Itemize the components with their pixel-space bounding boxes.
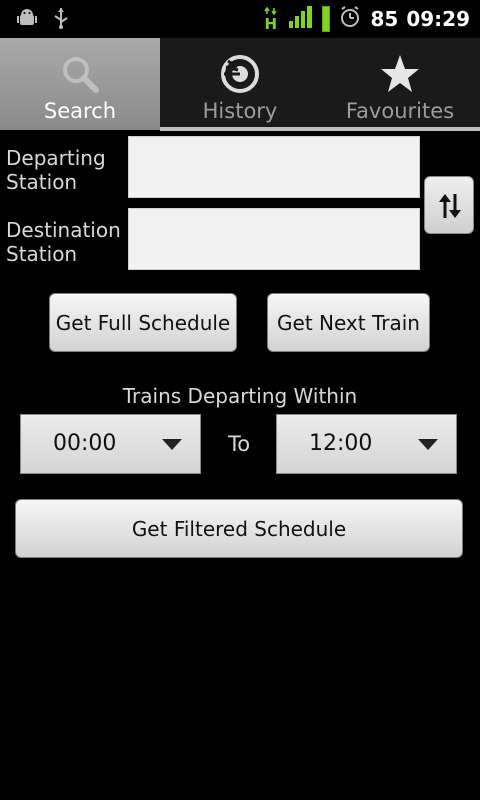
- android-debug-icon: [16, 7, 38, 33]
- to-label: To: [227, 432, 251, 456]
- chevron-down-icon: [162, 439, 182, 450]
- to-time-value: 12:00: [309, 431, 373, 456]
- hspa-icon: H: [262, 6, 280, 33]
- departing-within-title: Trains Departing Within: [122, 384, 358, 408]
- swap-arrows-icon: [437, 192, 463, 224]
- to-time-select[interactable]: 12:00: [276, 414, 457, 474]
- tab-bar: Search History Favourites: [0, 38, 480, 130]
- departing-station-input[interactable]: [128, 136, 420, 198]
- tab-divider: [160, 127, 480, 131]
- search-icon: [58, 52, 102, 96]
- star-icon: [378, 52, 422, 96]
- network-type-label: H: [264, 15, 278, 33]
- tab-favourites[interactable]: Favourites: [320, 38, 480, 130]
- alarm-icon: [338, 5, 362, 33]
- from-time-value: 00:00: [53, 431, 117, 456]
- tab-favourites-label: Favourites: [345, 99, 455, 123]
- get-next-train-button[interactable]: Get Next Train: [267, 293, 430, 352]
- chevron-down-icon: [418, 439, 438, 450]
- tab-search-label: Search: [43, 99, 117, 123]
- destination-label-line2: Station: [6, 242, 78, 266]
- history-icon: [218, 52, 262, 96]
- destination-station-input[interactable]: [128, 208, 420, 270]
- get-filtered-schedule-button[interactable]: Get Filtered Schedule: [15, 499, 463, 558]
- tab-search[interactable]: Search: [0, 38, 160, 130]
- departing-label-line1: Departing: [6, 146, 106, 170]
- departing-station-label: Departing Station: [6, 146, 106, 194]
- destination-label-line1: Destination: [6, 218, 121, 242]
- battery-percent: 85: [370, 7, 399, 31]
- swap-stations-button[interactable]: [424, 176, 474, 234]
- usb-icon: [50, 6, 72, 34]
- status-bar: H 85 09:29: [0, 0, 480, 38]
- battery-icon: [322, 6, 331, 32]
- get-full-schedule-button[interactable]: Get Full Schedule: [49, 293, 237, 352]
- departing-label-line2: Station: [6, 170, 78, 194]
- tab-history-label: History: [202, 99, 278, 123]
- tab-history[interactable]: History: [160, 38, 320, 130]
- destination-station-label: Destination Station: [6, 218, 121, 266]
- from-time-select[interactable]: 00:00: [20, 414, 201, 474]
- clock: 09:29: [406, 7, 470, 31]
- signal-icon: [288, 5, 314, 33]
